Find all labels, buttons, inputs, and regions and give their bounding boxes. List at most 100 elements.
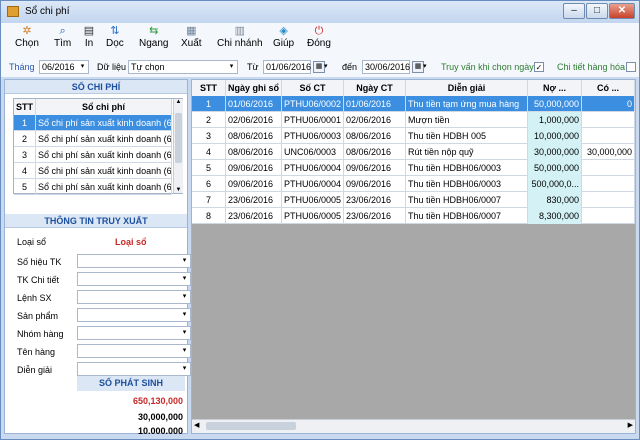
- ngay-ct-cell: 08/06/2016: [344, 144, 406, 160]
- window-title: Sổ chi phí: [25, 6, 70, 17]
- no-cell: 10,000,000: [528, 128, 582, 144]
- field-select[interactable]: ▾: [77, 326, 191, 340]
- chevron-down-icon: ▾: [229, 63, 234, 70]
- table-row[interactable]: 1 01/06/2016 PTHU06/0002 01/06/2016 Thu tiền…: [192, 96, 635, 112]
- app-icon: [7, 6, 19, 17]
- form-row: Sản phẩm ▾: [11, 308, 191, 324]
- co-cell: [582, 208, 635, 224]
- scroll-up-icon[interactable]: ▲: [174, 99, 183, 105]
- col-header-no[interactable]: Nợ ...: [528, 80, 582, 96]
- scroll-thumb[interactable]: [175, 113, 182, 163]
- field-label: Tên hàng: [17, 347, 56, 357]
- scroll-down-icon[interactable]: ▼: [174, 187, 183, 193]
- field-label: TK Chi tiết: [17, 275, 60, 285]
- tìm-button[interactable]: ⌕ Tìm: [54, 25, 71, 49]
- co-cell: [582, 160, 635, 176]
- field-select[interactable]: ▾: [77, 344, 191, 358]
- chitiet-checkbox[interactable]: [626, 62, 636, 72]
- field-select[interactable]: ▾: [77, 308, 191, 322]
- grid-header-row: STT Ngày ghi sổ Số CT Ngày CT Diễn giải Nợ ..…: [192, 80, 635, 96]
- field-label: Diễn giải: [17, 365, 53, 375]
- ngay-ct-cell: 23/06/2016: [344, 208, 406, 224]
- so-chi-phi-cell: Sổ chi phí sản xuất kinh doanh (62: [36, 131, 172, 147]
- col-header-so-ct[interactable]: Số CT: [282, 80, 344, 96]
- list-item[interactable]: 5 Sổ chi phí sản xuất kinh doanh (64: [14, 179, 172, 195]
- col-header-ngay-ct[interactable]: Ngày CT: [344, 80, 406, 96]
- stt-cell: 2: [14, 131, 36, 147]
- table-row[interactable]: 7 23/06/2016 PTHU06/0005 23/06/2016 Thu tiền…: [192, 192, 635, 208]
- branch-icon: ▥: [234, 25, 245, 37]
- list-item[interactable]: 3 Sổ chi phí sản xuất kinh doanh (63: [14, 147, 172, 163]
- col-header-ngay-ghi-so[interactable]: Ngày ghi sổ: [226, 80, 282, 96]
- ngang-button[interactable]: ⇆ Ngang: [139, 25, 168, 49]
- tu-label: Từ: [247, 62, 259, 72]
- ngay-ct-cell: 01/06/2016: [344, 96, 406, 112]
- toolbar-label: Đóng: [307, 38, 331, 49]
- in-button[interactable]: ▤ In: [83, 25, 95, 49]
- horizontal-scrollbar[interactable]: ◀ ▶: [192, 419, 635, 433]
- list-item[interactable]: 2 Sổ chi phí sản xuất kinh doanh (62: [14, 131, 172, 147]
- chitiet-label: Chi tiết hàng hóa: [557, 62, 626, 72]
- no-cell: 8,300,000: [528, 208, 582, 224]
- toolbar-label: Xuất: [181, 38, 202, 49]
- table-row[interactable]: 4 08/06/2016 UNC06/0003 08/06/2016 Rút tiền …: [192, 144, 635, 160]
- table-row[interactable]: 2 02/06/2016 PTHU06/0001 02/06/2016 Mượn tiề…: [192, 112, 635, 128]
- title-bar: Sổ chi phí – □ ✕: [1, 1, 639, 23]
- table-row[interactable]: 5 09/06/2016 PTHU06/0004 09/06/2016 Thu tiền…: [192, 160, 635, 176]
- col-header-so-chi-phi[interactable]: Sổ chi phí: [36, 99, 172, 115]
- stt-cell: 7: [192, 192, 226, 208]
- stt-cell: 5: [14, 179, 36, 195]
- chevron-down-icon[interactable]: ▾: [324, 62, 328, 70]
- field-select[interactable]: ▾: [77, 272, 191, 286]
- ngay-ghi-so-cell: 23/06/2016: [226, 208, 282, 224]
- no-cell: 50,000,000: [528, 160, 582, 176]
- dọc-button[interactable]: ⇅ Dọc: [106, 25, 124, 49]
- chọn-button[interactable]: ✲ Chọn: [15, 25, 39, 49]
- co-cell: [582, 128, 635, 144]
- table-row[interactable]: 8 23/06/2016 PTHU06/0005 23/06/2016 Thu tiền…: [192, 208, 635, 224]
- form-row: Nhóm hàng ▾: [11, 326, 191, 342]
- vertical-scrollbar[interactable]: ▲ ▼: [173, 99, 183, 193]
- list-item[interactable]: 1 Sổ chi phí sản xuất kinh doanh (62: [14, 115, 172, 131]
- chevron-down-icon[interactable]: ▾: [423, 62, 427, 70]
- col-header-stt[interactable]: STT: [192, 80, 226, 96]
- xuất-button[interactable]: ▦ Xuất: [181, 25, 202, 49]
- field-label: Số hiệu TK: [17, 257, 62, 267]
- den-date-input[interactable]: 30/06/2016: [362, 60, 410, 74]
- table-row[interactable]: 6 09/06/2016 PTHU06/0004 09/06/2016 Thu tiền…: [192, 176, 635, 192]
- đóng-button[interactable]: ⏻ Đóng: [307, 25, 331, 49]
- col-header-co[interactable]: Có ...: [582, 80, 635, 96]
- truyvan-checkbox[interactable]: ✓: [534, 62, 544, 72]
- scroll-left-icon[interactable]: ◀: [194, 421, 199, 429]
- filter-bar: Tháng 06/2016 ▾ Dữ liệu Tự chọn ▾ Từ 01/06…: [1, 57, 639, 77]
- chevron-down-icon: ▾: [80, 63, 85, 70]
- so-chi-phi-cell: Sổ chi phí sản xuất kinh doanh (64: [36, 179, 172, 195]
- field-select[interactable]: ▾: [77, 362, 191, 376]
- printer-icon: ▤: [83, 25, 95, 37]
- list-item[interactable]: 4 Sổ chi phí sản xuất kinh doanh (64: [14, 163, 172, 179]
- stt-cell: 6: [192, 176, 226, 192]
- giúp-button[interactable]: ◈ Giúp: [273, 25, 294, 49]
- toolbar-label: Tìm: [54, 38, 72, 49]
- tu-date-input[interactable]: 01/06/2016: [263, 60, 311, 74]
- chevron-down-icon: ▾: [182, 329, 187, 336]
- field-select[interactable]: ▾: [77, 290, 191, 304]
- stt-cell: 1: [14, 115, 36, 131]
- minimize-button[interactable]: –: [563, 3, 585, 19]
- field-select[interactable]: ▾: [77, 254, 191, 268]
- scroll-right-icon[interactable]: ▶: [628, 421, 633, 429]
- thang-input[interactable]: 06/2016 ▾: [39, 60, 89, 74]
- stt-cell: 2: [192, 112, 226, 128]
- close-button[interactable]: ✕: [609, 3, 635, 19]
- chi-nhánh-button[interactable]: ▥ Chi nhánh: [217, 25, 263, 49]
- maximize-button[interactable]: □: [586, 3, 608, 19]
- toolbar-label: Dọc: [106, 38, 124, 49]
- total-2: 30,000,000: [137, 412, 183, 422]
- dulieu-select[interactable]: Tự chọn ▾: [128, 60, 238, 74]
- so-ct-cell: PTHU06/0003: [282, 128, 344, 144]
- col-header-stt[interactable]: STT: [14, 99, 36, 115]
- ngay-ghi-so-cell: 01/06/2016: [226, 96, 282, 112]
- col-header-dien-giai[interactable]: Diễn giải: [406, 80, 528, 96]
- hscroll-thumb[interactable]: [206, 422, 296, 430]
- table-row[interactable]: 3 08/06/2016 PTHU06/0003 08/06/2016 Thu tiền…: [192, 128, 635, 144]
